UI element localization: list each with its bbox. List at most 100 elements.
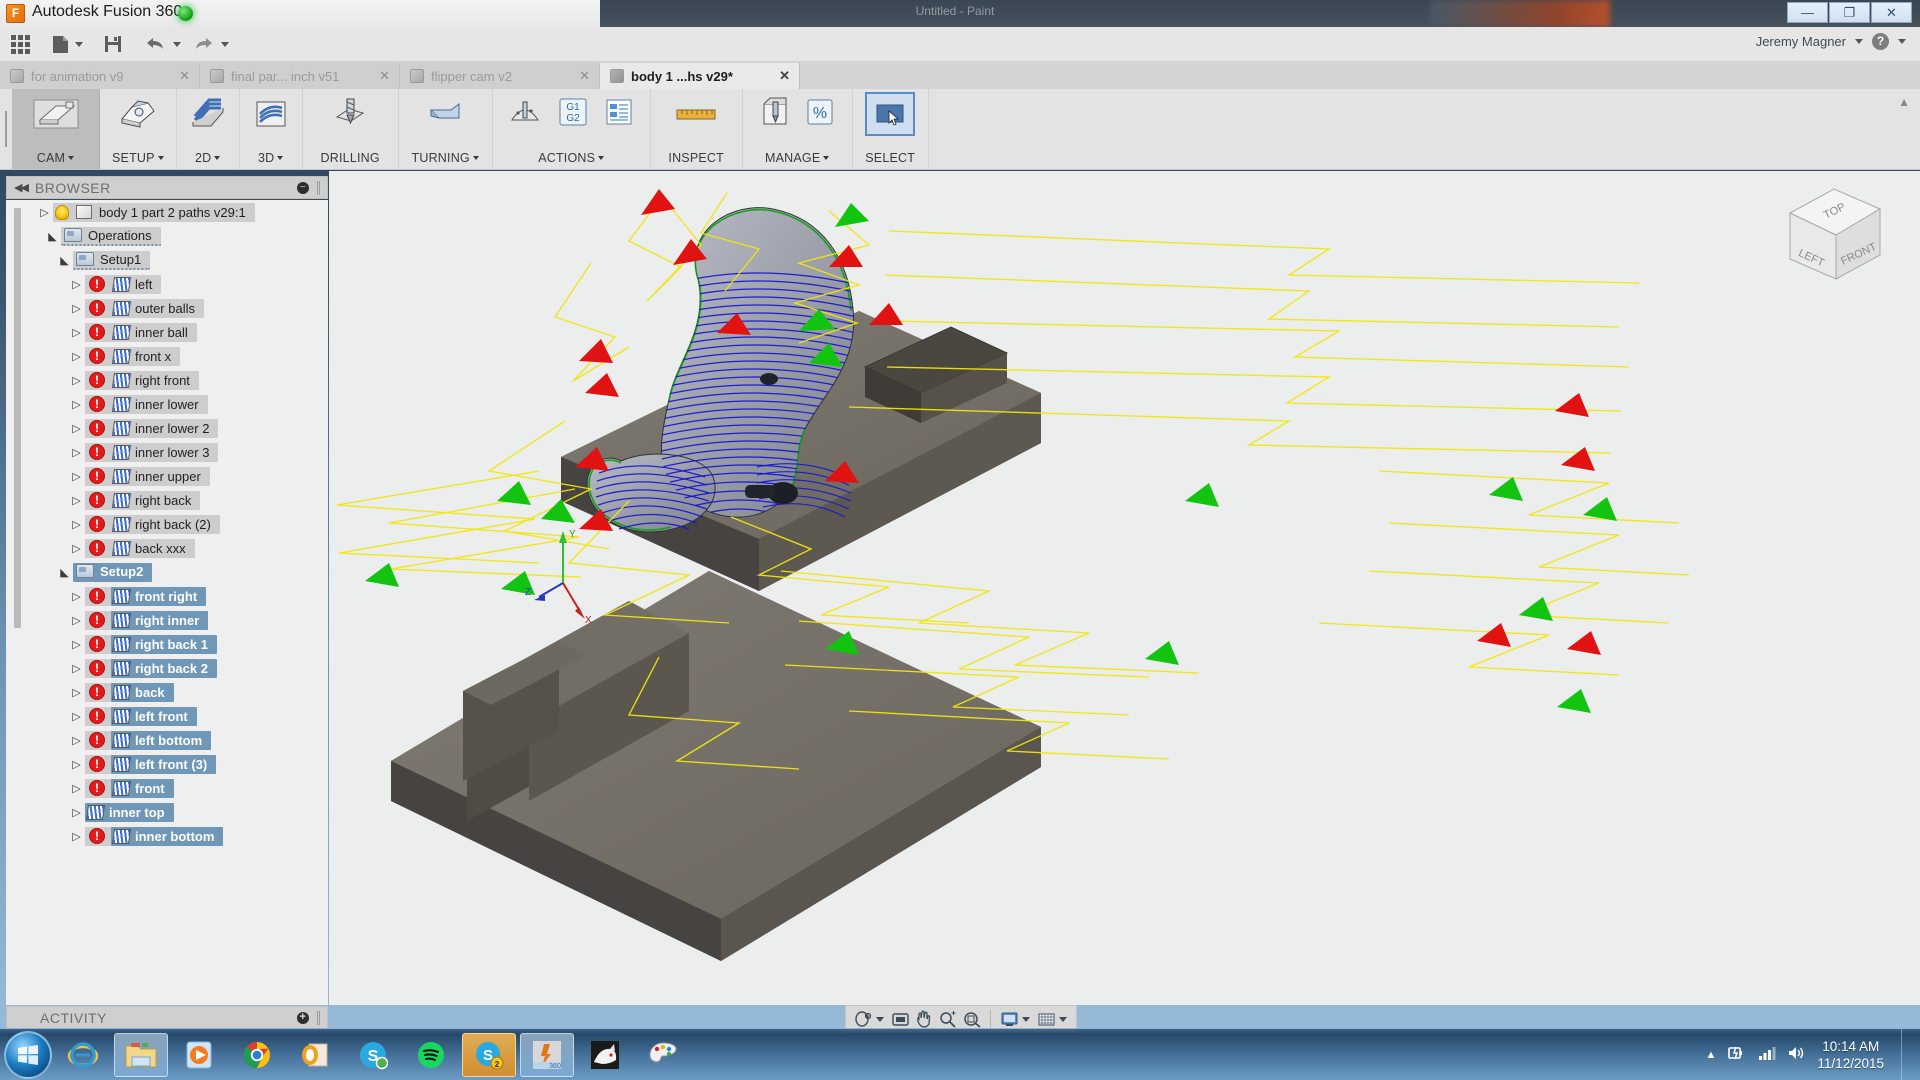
percent-icon[interactable]: %: [806, 98, 834, 131]
document-tab-1[interactable]: final par... inch v51 ✕: [200, 63, 400, 89]
chevron-down-icon[interactable]: [75, 42, 83, 47]
error-icon[interactable]: !: [89, 300, 105, 316]
chevron-down-icon[interactable]: [1059, 1017, 1067, 1022]
tree-operation-row[interactable]: ▷!inner upper: [6, 464, 328, 488]
g1g2-post-icon[interactable]: G1 G2: [558, 97, 588, 132]
collapse-arrow-icon[interactable]: ◣: [56, 566, 73, 579]
operation-chip[interactable]: right back 2: [111, 659, 217, 678]
chevron-down-icon[interactable]: [1022, 1017, 1030, 1022]
error-icon[interactable]: !: [89, 636, 105, 652]
expand-arrow-icon[interactable]: ▷: [68, 422, 85, 435]
error-icon[interactable]: !: [89, 708, 105, 724]
expand-arrow-icon[interactable]: ▷: [68, 830, 85, 843]
taskbar-spotify-icon[interactable]: [404, 1033, 458, 1077]
undo-icon[interactable]: [145, 29, 181, 59]
close-icon[interactable]: ✕: [165, 68, 190, 84]
tree-operation-row[interactable]: ▷!front right: [6, 584, 328, 608]
chevron-down-icon[interactable]: [221, 42, 229, 47]
expand-arrow-icon[interactable]: ▷: [68, 734, 85, 747]
tree-operation-row[interactable]: ▷!back xxx: [6, 536, 328, 560]
tree-operation-row[interactable]: ▷!front x: [6, 344, 328, 368]
save-icon[interactable]: [99, 29, 127, 59]
redo-icon[interactable]: [193, 29, 229, 59]
ribbon-group-setup[interactable]: SETUP: [100, 89, 177, 169]
expand-arrow-icon[interactable]: ▷: [36, 206, 53, 219]
ribbon-group-inspect[interactable]: INSPECT: [651, 89, 743, 169]
tree-root-component[interactable]: ▷ body 1 part 2 paths v29:1: [6, 200, 328, 224]
ribbon-group-actions[interactable]: G1 G2 ACTIONS: [493, 89, 651, 169]
error-icon[interactable]: !: [89, 348, 105, 364]
close-icon[interactable]: ✕: [565, 68, 590, 84]
error-icon[interactable]: !: [89, 444, 105, 460]
zoom-magnifier-icon[interactable]: [937, 1008, 959, 1030]
fit-view-icon[interactable]: [961, 1008, 983, 1030]
operation-chip[interactable]: right front: [111, 371, 199, 390]
error-icon[interactable]: !: [89, 828, 105, 844]
expand-arrow-icon[interactable]: ▷: [68, 302, 85, 315]
3d-viewport[interactable]: Y X Z TOP LEFT FRONT: [329, 171, 1920, 1005]
operation-chip[interactable]: left front (3): [111, 755, 216, 774]
chevron-down-icon[interactable]: [473, 156, 479, 160]
tree-operation-row[interactable]: ▷!right back (2): [6, 512, 328, 536]
setup-chip[interactable]: Setup1: [73, 251, 150, 270]
operation-chip[interactable]: inner bottom: [111, 827, 223, 846]
expand-arrow-icon[interactable]: ▷: [68, 710, 85, 723]
taskbar-windows-media-player-icon[interactable]: [172, 1033, 226, 1077]
taskbar-rhino-icon[interactable]: [578, 1033, 632, 1077]
ribbon-group-cam[interactable]: CAM: [12, 89, 100, 169]
tree-operation-row[interactable]: ▷! left front: [6, 704, 328, 728]
close-icon[interactable]: ✕: [765, 68, 790, 84]
taskbar-clock[interactable]: 10:14 AM 11/12/2015: [1817, 1038, 1884, 1072]
operation-chip[interactable]: left: [111, 275, 161, 294]
chevron-down-icon[interactable]: [68, 156, 74, 160]
tree-setup-1[interactable]: ◣ Setup1: [6, 248, 328, 272]
error-icon[interactable]: !: [89, 396, 105, 412]
taskbar-skype-icon[interactable]: S: [346, 1033, 400, 1077]
lightbulb-icon[interactable]: [55, 205, 69, 220]
operations-chip[interactable]: Operations: [61, 227, 161, 246]
tree-operation-row[interactable]: ▷!inner ball: [6, 320, 328, 344]
root-chip[interactable]: body 1 part 2 paths v29:1: [53, 203, 255, 222]
pan-hand-icon[interactable]: [913, 1008, 935, 1030]
error-icon[interactable]: !: [89, 612, 105, 628]
tree-operation-row[interactable]: ▷!right back: [6, 488, 328, 512]
new-file-icon[interactable]: [52, 29, 83, 59]
operation-chip[interactable]: right back 1: [111, 635, 217, 654]
view-cube[interactable]: TOP LEFT FRONT: [1748, 179, 1898, 289]
tree-operation-row[interactable]: ▷! left bottom: [6, 728, 328, 752]
maximize-button[interactable]: ❐: [1829, 2, 1870, 23]
collapse-arrow-icon[interactable]: ◣: [56, 254, 73, 267]
tree-setup-2[interactable]: ◣ Setup2: [6, 560, 328, 584]
expand-arrow-icon[interactable]: ▷: [68, 446, 85, 459]
error-icon[interactable]: !: [89, 756, 105, 772]
operation-chip[interactable]: inner top: [85, 803, 174, 822]
error-icon[interactable]: !: [89, 588, 105, 604]
volume-icon[interactable]: [1787, 1045, 1806, 1066]
operation-chip[interactable]: inner lower: [111, 395, 208, 414]
ribbon-group-manage[interactable]: % MANAGE: [743, 89, 853, 169]
ribbon-group-3d[interactable]: 3D: [240, 89, 303, 169]
operation-chip[interactable]: left bottom: [111, 731, 211, 750]
collapse-left-icon[interactable]: ◀◀: [14, 181, 27, 194]
operation-chip[interactable]: left front: [111, 707, 197, 726]
minus-circle-icon[interactable]: −: [297, 182, 309, 194]
ribbon-grip[interactable]: [0, 89, 12, 169]
tree-operation-row[interactable]: ▷! right back 1: [6, 632, 328, 656]
tree-operation-row[interactable]: ▷! inner bottom: [6, 824, 328, 848]
network-signal-icon[interactable]: [1758, 1045, 1776, 1066]
document-tab-0[interactable]: for animation v9 ✕: [0, 63, 200, 89]
expand-arrow-icon[interactable]: ▷: [68, 758, 85, 771]
orbit-icon[interactable]: [852, 1008, 874, 1030]
expand-arrow-icon[interactable]: ▷: [68, 638, 85, 651]
help-icon[interactable]: ?: [1872, 33, 1889, 50]
error-icon[interactable]: !: [89, 780, 105, 796]
operation-chip[interactable]: back: [111, 683, 174, 702]
tree-operation-row[interactable]: ▷!front: [6, 776, 328, 800]
chevron-down-icon[interactable]: [598, 156, 604, 160]
collapse-arrow-icon[interactable]: ◣: [44, 230, 61, 243]
user-name-label[interactable]: Jeremy Magner: [1756, 34, 1846, 49]
chevron-down-icon[interactable]: [876, 1017, 884, 1022]
error-icon[interactable]: !: [89, 732, 105, 748]
chevron-down-icon[interactable]: [214, 156, 220, 160]
grid-menu-icon[interactable]: [6, 29, 34, 59]
